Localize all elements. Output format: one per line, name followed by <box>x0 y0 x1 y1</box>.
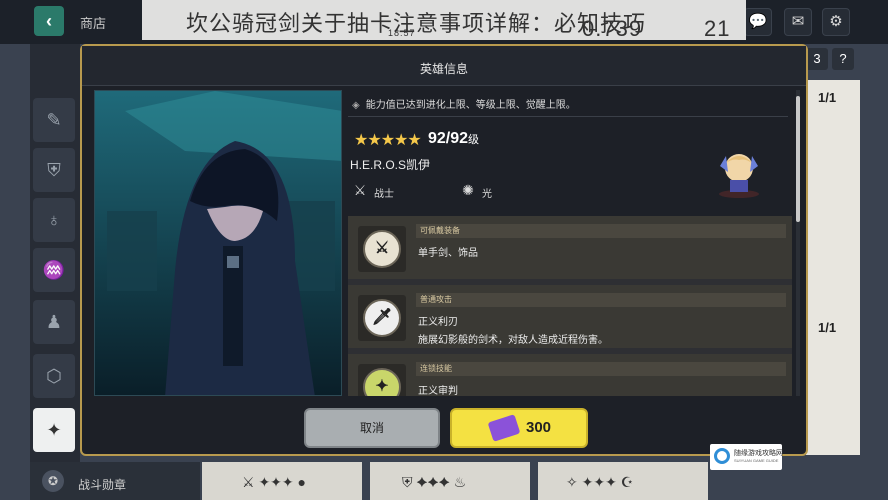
ticket-icon[interactable]: ✦ <box>33 408 75 452</box>
list-item: 🗡 普通攻击 正义利刃 施展幻影般的剑术，对敌人造成近程伤害。 <box>348 285 792 351</box>
skill-category: 连锁技能 <box>416 362 786 376</box>
hero-portrait: ⌕ 详情 <box>94 90 342 396</box>
armor-icon[interactable]: ⛨ <box>33 148 75 192</box>
hero-name: H.E.R.O.S凯伊 <box>350 158 431 172</box>
background-item-card: ⚔ ✦✦✦ ● <box>202 462 362 500</box>
skill-name: 正义审判 <box>418 386 458 396</box>
site-watermark: 随缘游戏攻略网 SUIYUAN GAME GUIDE <box>710 444 783 470</box>
cancel-button[interactable]: 取消 <box>304 408 440 448</box>
element-label: 光 <box>482 189 492 200</box>
list-item: ✦ 连锁技能 正义审判 <box>348 354 792 396</box>
accessory-icon[interactable]: ♁ <box>33 198 75 242</box>
settings-icon[interactable]: ⚙ <box>822 8 850 36</box>
watermark-subtext: SUIYUAN GAME GUIDE <box>734 458 779 463</box>
light-element-icon: ✺ <box>462 182 474 198</box>
diamond-icon: ◈ <box>352 100 360 111</box>
sword-shield-icon: ⚔ <box>358 226 406 272</box>
stock-count: 1/1 <box>818 320 837 335</box>
watermark-logo-icon <box>714 448 730 464</box>
article-title: 坎公骑冠剑关于抽卡注意事项详解：必知技巧 <box>186 11 647 36</box>
background-item-card: ✧ ✦✦✦ ☪ <box>538 462 708 500</box>
skill-description: 施展幻影般的剑术，对敌人造成近程伤害。 <box>418 335 608 346</box>
hero-chibi-icon <box>719 154 759 198</box>
ghost-counter: 21 <box>704 16 731 41</box>
skill-category: 普通攻击 <box>416 293 786 307</box>
warrior-class-icon: ⚔ <box>353 182 367 198</box>
sword-icon[interactable]: ✎ <box>33 98 75 142</box>
skill-list[interactable]: ⚔ 可佩戴装备 单手剑、饰品 🗡 普通攻击 正义利刃 施展幻影般的剑术，对敌人造… <box>348 216 792 396</box>
hexagon-icon[interactable]: ⬡ <box>33 354 75 398</box>
max-notice: ◈ 能力值已达到进化上限、等级上限、觉醒上限。 <box>352 96 576 111</box>
wings-icon[interactable]: ♒ <box>33 248 75 292</box>
costume-icon[interactable]: ♟ <box>33 300 75 344</box>
category-sidebar: ✎ ⛨ ♁ ♒ ♟ ⬡ ✦ <box>30 44 80 500</box>
medal-icon: ✪ <box>42 470 64 492</box>
mail-icon[interactable]: ✉ <box>784 8 812 36</box>
price-label: 300 <box>526 419 552 436</box>
star-rating: ★★★★★ <box>354 132 422 149</box>
sidebar-item-battle-medal[interactable]: ✪ 战斗勋章 <box>30 462 200 500</box>
class-label: 战士 <box>374 189 394 200</box>
stock-count: 1/1 <box>818 90 837 105</box>
chat-icon[interactable]: 💬 <box>744 8 772 36</box>
skill-category: 可佩戴装备 <box>416 224 786 238</box>
purchase-button[interactable]: 300 <box>450 408 588 448</box>
notice-text: 能力值已达到进化上限、等级上限、觉醒上限。 <box>365 100 576 111</box>
level-value: 92/92 <box>428 130 469 147</box>
skill-name: 单手剑、饰品 <box>418 248 478 259</box>
hero-info-dialog: 英雄信息 ⌕ 详情 ◈ 能力值已达到进化上限、等级上限、觉醒上限。 <box>80 44 808 456</box>
back-button[interactable]: ‹ <box>34 6 64 36</box>
skill-name: 正义利刃 <box>418 317 458 328</box>
article-title-banner: 0.739 18:57 21 坎公骑冠剑关于抽卡注意事项详解：必知技巧 <box>142 0 746 41</box>
background-item-card: ⛨ ✦✦✦ ♨ <box>370 462 530 500</box>
background-shop-column: 1/1 1/1 <box>806 80 860 455</box>
ticket-icon <box>487 414 521 442</box>
divider <box>348 116 788 117</box>
hero-illustration <box>95 91 341 395</box>
level-suffix: 级 <box>468 134 480 146</box>
help-button[interactable]: ? <box>832 48 854 70</box>
page-number: 3 <box>806 48 828 70</box>
dialog-header: 英雄信息 <box>82 46 806 86</box>
shop-title: 商店 <box>80 16 107 31</box>
blade-icon: 🗡 <box>358 295 406 341</box>
hero-level: 92/92级 <box>428 130 479 148</box>
list-item: ⚔ 可佩戴装备 单手剑、饰品 <box>348 216 792 282</box>
sidebar-item-label: 战斗勋章 <box>78 478 127 492</box>
chain-skill-icon: ✦ <box>358 364 406 396</box>
dialog-title: 英雄信息 <box>419 62 468 76</box>
watermark-text: 随缘游戏攻略网 <box>734 450 783 457</box>
scrollbar[interactable] <box>796 90 800 396</box>
scrollbar-thumb[interactable] <box>796 96 800 222</box>
